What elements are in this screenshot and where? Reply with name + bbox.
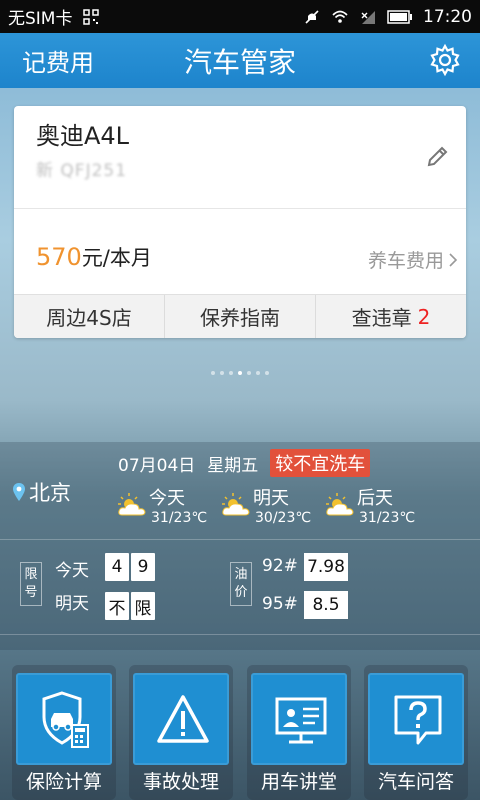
tile-accident[interactable]: 事故处理 <box>129 665 233 800</box>
card-divider <box>14 208 466 209</box>
page-dot <box>238 371 242 375</box>
clock-text: 17:20 <box>423 6 472 27</box>
chevron-right-icon <box>449 252 458 267</box>
weather-tomorrow: 明天 30/23℃ <box>220 484 330 532</box>
oil-price-92: 7.98 <box>304 553 348 581</box>
weather-today: 今天 31/23℃ <box>116 484 226 532</box>
tile-qa-label: 汽车问答 <box>377 771 454 793</box>
question-bubble-icon <box>394 695 442 745</box>
license-plate: 新 QFJ251 <box>36 161 128 181</box>
fee-amount: 570 <box>36 243 82 271</box>
oil-price-tag: 油 价 <box>230 562 252 606</box>
oil-tag-line: 价 <box>234 585 248 600</box>
weather-day-after: 后天 31/23℃ <box>324 484 434 532</box>
tile-lecture-label: 用车讲堂 <box>260 771 337 793</box>
tile-lecture[interactable]: 用车讲堂 <box>247 665 351 800</box>
page-dot <box>229 371 233 375</box>
sun-cloud-icon <box>118 493 146 516</box>
page-dot <box>211 371 215 375</box>
tile-qa-box <box>368 673 464 765</box>
restriction-today-label: 今天 <box>55 561 89 581</box>
restriction-tomorrow-label: 明天 <box>55 594 89 614</box>
page-dot <box>247 371 251 375</box>
lecture-screen-icon <box>275 697 327 744</box>
tile-insurance[interactable]: 保险计算 <box>12 665 116 800</box>
car-name: 奥迪A4L <box>36 122 130 150</box>
weather-temp: 30/23℃ <box>255 510 312 526</box>
oil-price-95: 8.5 <box>304 591 348 619</box>
city-name: 北京 <box>29 481 71 505</box>
date-text: 07月04日 <box>118 455 196 476</box>
mute-icon <box>305 9 319 24</box>
tile-insurance-box <box>16 673 112 765</box>
weekday-text: 星期五 <box>207 455 259 476</box>
warning-triangle-icon <box>157 695 209 743</box>
tile-qa[interactable]: 汽车问答 <box>364 665 468 800</box>
nearby-4s-button[interactable]: 周边4S店 <box>14 295 165 338</box>
restriction-tag-line: 号 <box>24 585 38 600</box>
battery-icon <box>387 9 412 24</box>
oil-tag-line: 油 <box>234 567 248 582</box>
weather-day-label: 明天 <box>253 488 289 509</box>
fee-unit: 元/本月 <box>81 246 152 270</box>
weather-temp: 31/23℃ <box>359 510 416 526</box>
signal-icon <box>361 10 375 24</box>
page-indicator <box>0 371 480 375</box>
restriction-tag-line: 限 <box>24 567 38 582</box>
page-dot <box>265 371 269 375</box>
edit-pencil-icon[interactable] <box>424 144 450 170</box>
nearby-4s-label: 周边4S店 <box>46 306 132 330</box>
sun-cloud-icon <box>222 493 250 516</box>
panel-divider <box>0 634 480 635</box>
qr-code-icon <box>83 8 100 25</box>
violation-count-badge: 2 <box>417 304 431 329</box>
car-wash-badge: 较不宜洗车 <box>270 449 371 477</box>
restriction-digit: 4 <box>105 553 129 581</box>
date-row: 07月04日 星期五 较不宜洗车 <box>118 449 371 477</box>
restriction-digit: 不 <box>105 592 129 620</box>
maintenance-guide-button[interactable]: 保养指南 <box>165 295 316 338</box>
panel-divider <box>0 539 480 540</box>
restriction-digit: 9 <box>131 553 155 581</box>
tile-accident-label: 事故处理 <box>142 771 219 793</box>
check-violations-label: 查违章 <box>351 306 412 330</box>
car-expense-label: 养车费用 <box>367 250 444 272</box>
restriction-tag: 限 号 <box>20 562 42 606</box>
oil-grade-92: 92# <box>262 556 298 576</box>
carrier-text: 无SIM卡 <box>8 9 73 29</box>
maintenance-guide-label: 保养指南 <box>200 306 280 330</box>
page-dot <box>256 371 260 375</box>
restriction-digit: 限 <box>131 592 155 620</box>
monthly-fee: 570元/本月 <box>36 242 152 272</box>
status-bar: 无SIM卡 17:20 <box>0 0 480 33</box>
car-card[interactable]: 奥迪A4L 新 QFJ251 570元/本月 养车费用 周边4S店 保养指南 查… <box>14 106 466 338</box>
settings-gear-icon[interactable] <box>428 43 462 77</box>
location-pin-icon <box>13 483 25 501</box>
city-selector[interactable]: 北京 <box>12 477 71 507</box>
page-dot <box>220 371 224 375</box>
card-action-bar: 周边4S店 保养指南 查违章 2 <box>14 294 466 338</box>
wifi-icon <box>332 10 348 23</box>
page-title: 汽车管家 <box>183 45 296 79</box>
insurance-shield-car-icon <box>42 691 89 748</box>
weather-temp: 31/23℃ <box>151 510 208 526</box>
weather-day-label: 后天 <box>357 488 393 509</box>
car-expense-link[interactable]: 养车费用 <box>368 246 458 273</box>
app-header: 记费用 汽车管家 <box>0 33 480 88</box>
sun-cloud-icon <box>326 493 354 516</box>
feature-tiles: 保险计算 事故处理 用车讲堂 汽车问答 <box>0 665 480 800</box>
check-violations-button[interactable]: 查违章 2 <box>316 295 466 338</box>
tile-accident-box <box>133 673 229 765</box>
oil-grade-95: 95# <box>262 594 298 614</box>
tile-lecture-box <box>251 673 347 765</box>
tile-insurance-label: 保险计算 <box>25 771 102 793</box>
weather-day-label: 今天 <box>149 488 185 509</box>
